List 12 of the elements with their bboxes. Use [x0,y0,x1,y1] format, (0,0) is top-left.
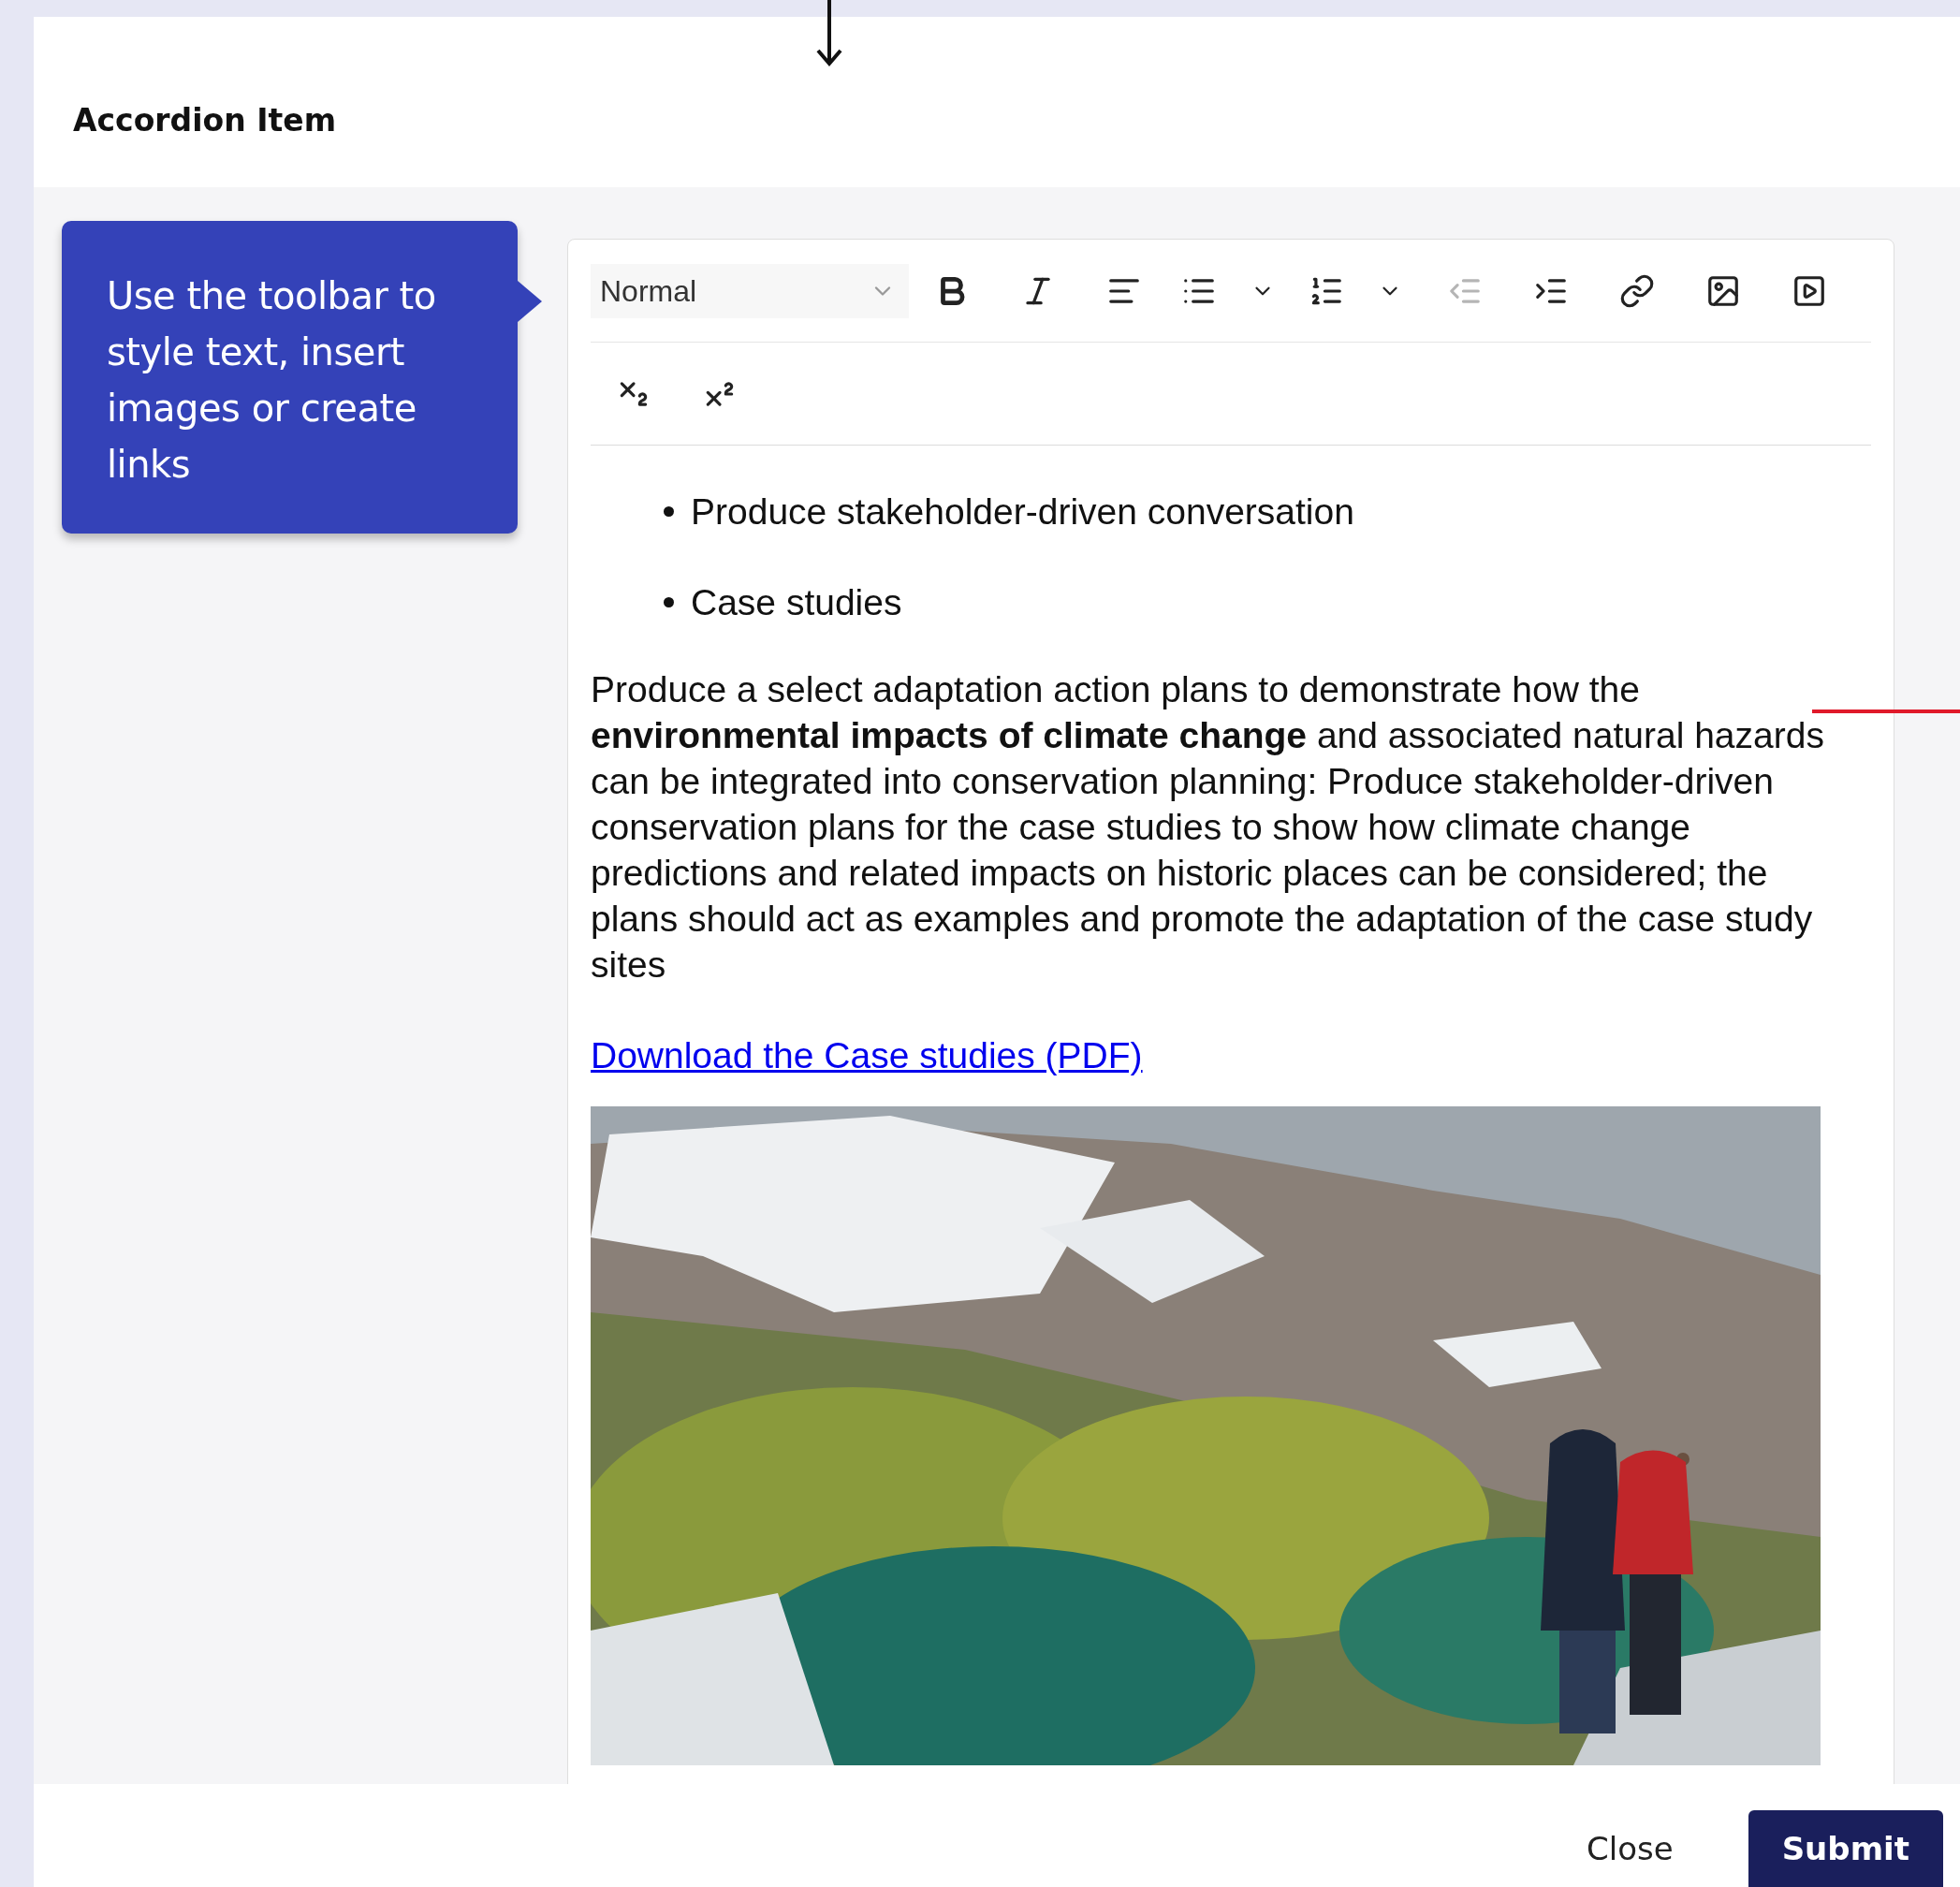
dialog-title: Accordion Item [73,101,336,140]
style-select[interactable]: Normal [591,263,909,318]
close-button[interactable]: Close [1553,1810,1707,1887]
list-item-text: Produce stakeholder-driven conversation [691,490,1354,534]
bullet-icon [664,506,674,517]
list-item-text: Case studies [691,581,902,624]
tooltip-text: Use the toolbar to style text, insert images or create links [107,273,437,488]
bullet-icon [664,597,674,607]
body-paragraph: Produce a select adaptation action plans to demonstrate how the environmental impacts of climate change and associated natural hazards can be integrated into conservation planning: Produce stakeholder-driven conservation plans for the case studies to show how climate change predictions and related impacts on historic places can be considered; the plans should act as examples and promote the adaptation of the case study sites [591,668,1825,987]
download-link[interactable]: Download the Case studies (PDF) [591,1032,1143,1078]
down-arrow-icon [814,0,844,67]
submit-button[interactable]: Submit [1748,1810,1943,1887]
